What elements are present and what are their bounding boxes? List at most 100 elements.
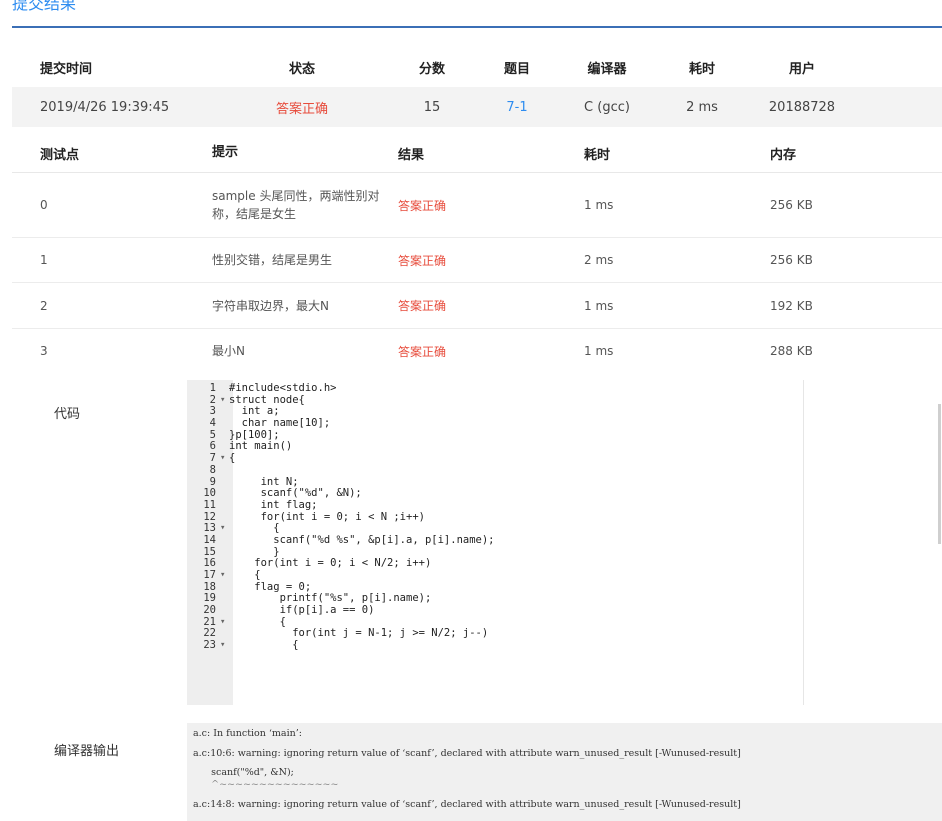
code-text: { [229,639,299,652]
line-number: 11 [203,498,216,511]
header-problem: 题目 [503,61,530,77]
table-row: 0 sample 头尾同性，两端性别对称，结尾是女生 答案正确 1 ms 256… [12,173,942,238]
header-time: 耗时 [584,147,611,163]
fold-toggle-icon[interactable]: ▾ [220,570,229,582]
table-row: 1 性别交错，结尾是男生 答案正确 2 ms 256 KB [12,238,942,283]
code-line: 8 [187,463,940,477]
header-compiler: 编译器 [587,61,627,77]
test-time: 1 ms [584,298,614,313]
problem-link[interactable]: 7-1 [482,100,552,115]
code-line: 7 ▾{ [187,452,940,465]
code-line: 6 int main() [187,441,940,453]
summary-header-row: 提交时间 状态 分数 题目 编译器 耗时 用户 [12,47,942,87]
user-id: 20188728 [768,99,836,115]
line-number: 14 [203,533,216,546]
code-line: 17 ▾ { [187,569,940,582]
output-line: ^~~~~~~~~~~~~~~~ [193,779,339,790]
test-result: 答案正确 [398,253,447,268]
header-status: 状态 [288,61,315,77]
code-line: 5}p[100]; [187,429,940,442]
summary-data-row: 2019/4/26 19:39:45 答案正确 15 7-1 C (gcc) 2… [12,87,942,127]
code-line: 11 int flag; [187,498,940,512]
print-margin-line [803,380,804,705]
code-line: 22 for(int j = N-1; j >= N/2; j--) [187,628,940,640]
code-line: 16 for(int i = 0; i < N/2; i++) [187,558,940,570]
code-text: { [229,452,236,465]
score: 15 [423,99,441,115]
code-text: { [229,569,261,581]
test-hint: 最小N [212,344,245,358]
line-number: 23 [203,639,216,652]
fold-toggle-icon[interactable]: ▾ [220,395,229,407]
fold-toggle-icon[interactable]: ▾ [220,617,229,629]
compiler: C (gcc) [584,99,630,115]
test-hint: sample 头尾同性，两端性别对称，结尾是女生 [212,189,380,221]
line-number: 1 [209,382,216,394]
test-point-id: 3 [40,344,48,358]
page-title: 提交结果 [12,0,77,13]
fold-toggle-icon[interactable]: ▾ [220,640,229,652]
code-editor[interactable]: 1 #include<stdio.h> 2 ▾ struct node{3 int a;… [187,380,940,705]
header-submit-time: 提交时间 [40,61,93,77]
submit-time: 2019/4/26 19:39:45 [40,99,170,115]
output-line: scanf("%d", &N); [193,767,294,778]
test-result: 答案正确 [398,344,447,359]
output-line: a.c:14:8: warning: ignoring return value… [193,799,741,810]
test-time: 1 ms [584,344,614,358]
header-elapsed: 耗时 [688,61,715,77]
test-memory: 256 KB [770,198,813,212]
code-line: 12 for(int i = 0; i < N ;i++) [187,511,940,524]
table-row: 2 字符串取边界，最大N 答案正确 1 ms 192 KB [12,283,942,329]
header-user: 用户 [788,61,815,77]
title-divider [12,26,942,28]
header-result: 结果 [398,147,425,163]
code-line: 23 ▾ { [187,639,940,652]
table-row: 3 最小N 答案正确 1 ms 288 KB [12,329,942,373]
line-number: 20 [203,604,216,617]
compiler-output-label: 编译器输出 [54,744,120,759]
test-case-header-row: 测试点 提示 结果 耗时 内存 [12,134,942,173]
code-line: 2 ▾ struct node{ [187,394,940,407]
code-scrollbar[interactable] [938,404,941,544]
test-hint: 性别交错，结尾是男生 [212,253,333,267]
test-memory: 288 KB [770,344,813,358]
compiler-output-box: a.c: In function ‘main’: a.c:10:6: warni… [187,723,942,821]
code-text: int main() [229,440,293,453]
status-badge: 答案正确 [275,101,328,117]
code-text: int flag; [229,498,318,511]
output-line: a.c: In function ‘main’: [193,728,302,739]
code-line: 4 char name[10]; [187,417,940,430]
test-point-id: 1 [40,253,48,267]
test-case-table: 测试点 提示 结果 耗时 内存 0 sample 头尾同性，两端性别对称，结尾是… [12,134,942,373]
test-point-id: 0 [40,198,48,212]
code-line: 1 #include<stdio.h> [187,382,940,395]
code-line: 20 if(p[i].a == 0) [187,604,940,617]
test-result: 答案正确 [398,299,447,313]
header-score: 分数 [418,61,445,77]
elapsed-time: 2 ms [686,99,718,115]
fold-toggle-icon[interactable]: ▾ [220,523,229,535]
code-lines: 1 #include<stdio.h> 2 ▾ struct node{3 int a;… [187,382,940,652]
test-time: 1 ms [584,198,614,212]
code-text: #include<stdio.h> [229,382,337,394]
code-line: 14 scanf("%d %s", &p[i].a, p[i].name); [187,533,940,547]
fold-toggle-icon[interactable]: ▾ [220,453,229,465]
line-number: 8 [209,463,216,476]
header-hint: 提示 [212,145,239,160]
line-number: 4 [209,417,216,430]
code-text: char name[10]; [229,417,331,430]
